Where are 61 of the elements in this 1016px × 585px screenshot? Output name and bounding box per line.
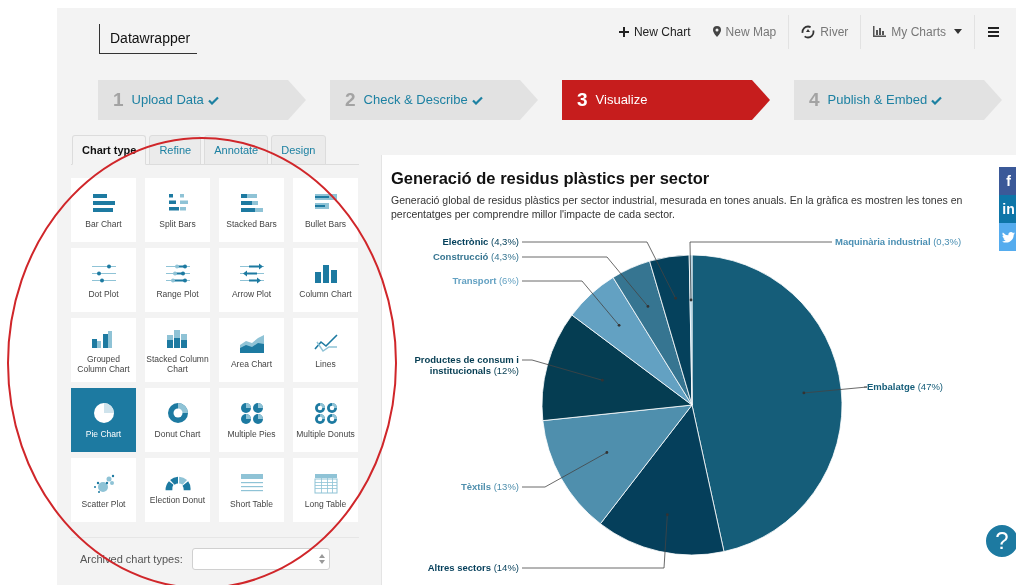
chart-type-tile[interactable]: Short Table [219, 458, 284, 522]
chart-type-tile[interactable]: Multiple Donuts [293, 388, 358, 452]
menu-icon [988, 26, 999, 37]
nav-link[interactable]: New Map [712, 22, 777, 41]
new-chart-link[interactable]: New Chart [618, 22, 691, 41]
help-button[interactable]: ? [984, 523, 1016, 559]
chart-title: Generació de residus plàstics per sector [391, 168, 710, 189]
chart-description: Generació global de residus plàstics per sector industrial, mesurada en tones anuals. En la gràfica es mostren les tones en percentatges per comprendre millor l'impacte de cada sector. [391, 193, 964, 221]
caret-icon [954, 29, 962, 34]
chart-type-tile[interactable]: Range Plot [145, 248, 210, 312]
bird-icon [1002, 231, 1015, 243]
data-label: Maquinària industrial (0,3%) [835, 236, 962, 247]
chart-type-tile[interactable]: Bullet Bars [293, 178, 358, 242]
chart-type-tile[interactable]: Scatter Plot [71, 458, 136, 522]
chart-type-tile[interactable]: Bar Chart [71, 178, 136, 242]
chart-type-tile[interactable]: Lines [293, 318, 358, 382]
nav-link[interactable]: My Charts [873, 22, 962, 41]
chart-type-tile[interactable]: Long Table [293, 458, 358, 522]
data-label: Altres sectors (14%) [426, 562, 519, 573]
chart-type-tile[interactable]: Arrow Plot [219, 248, 284, 312]
half-donut-icon [164, 475, 191, 491]
check-icon [931, 95, 943, 105]
chart-type-tile[interactable]: Election Donut [145, 458, 210, 522]
leader-line [802, 386, 868, 395]
menu-button[interactable] [987, 26, 1000, 37]
step-tab[interactable]: 1 Upload Data [98, 80, 306, 120]
data-label: Transport (6%) [451, 275, 519, 286]
bar-chart-icon [873, 26, 887, 37]
nav-link[interactable]: River [801, 22, 849, 41]
tab[interactable]: Design [271, 135, 326, 165]
data-label: Construcció (4,3%) [431, 251, 519, 262]
chart-type-tile[interactable]: Multiple Pies [219, 388, 284, 452]
tab[interactable]: Chart type [72, 135, 147, 165]
chart-type-tile[interactable]: Grouped Column Chart [71, 318, 136, 382]
step-tab[interactable]: 2 Check & Describe [330, 80, 538, 120]
linkedin-share-button[interactable]: in [999, 195, 1016, 223]
chart-type-tile[interactable]: Pie Chart [71, 388, 136, 452]
tab[interactable]: Refine [149, 135, 202, 165]
chart-type-tile[interactable]: Split Bars [145, 178, 210, 242]
chart-type-tile[interactable]: Dot Plot [71, 248, 136, 312]
tab[interactable]: Annotate [204, 135, 269, 165]
facebook-share-button[interactable]: f [999, 167, 1016, 195]
data-label: Productes de consum i institucionals (12%) [413, 354, 519, 376]
data-label: Tèxtils (13%) [459, 481, 519, 492]
updown-icon [318, 554, 325, 564]
step-tab[interactable]: 3 Visualize [562, 80, 770, 120]
check-icon [471, 95, 483, 105]
step-tab[interactable]: 4 Publish & Embed [794, 80, 1002, 120]
logo[interactable]: Datawrapper [99, 23, 197, 54]
twitter-share-button[interactable] [999, 223, 1016, 251]
chart-type-tile[interactable]: Stacked Column Chart [145, 318, 210, 382]
chart-type-tile[interactable]: Donut Chart [145, 388, 210, 452]
check-icon [207, 95, 219, 105]
pin-icon [712, 26, 721, 37]
chart-type-tile[interactable]: Column Chart [293, 248, 358, 312]
plus-icon [618, 26, 629, 37]
data-label: Electrònic (4,3%) [441, 236, 519, 247]
data-label: Embalatge (47%) [867, 381, 944, 392]
chart-type-tile[interactable]: Stacked Bars [219, 178, 284, 242]
chart-type-tile[interactable]: Area Chart [219, 318, 284, 382]
archived-select[interactable] [191, 548, 330, 570]
